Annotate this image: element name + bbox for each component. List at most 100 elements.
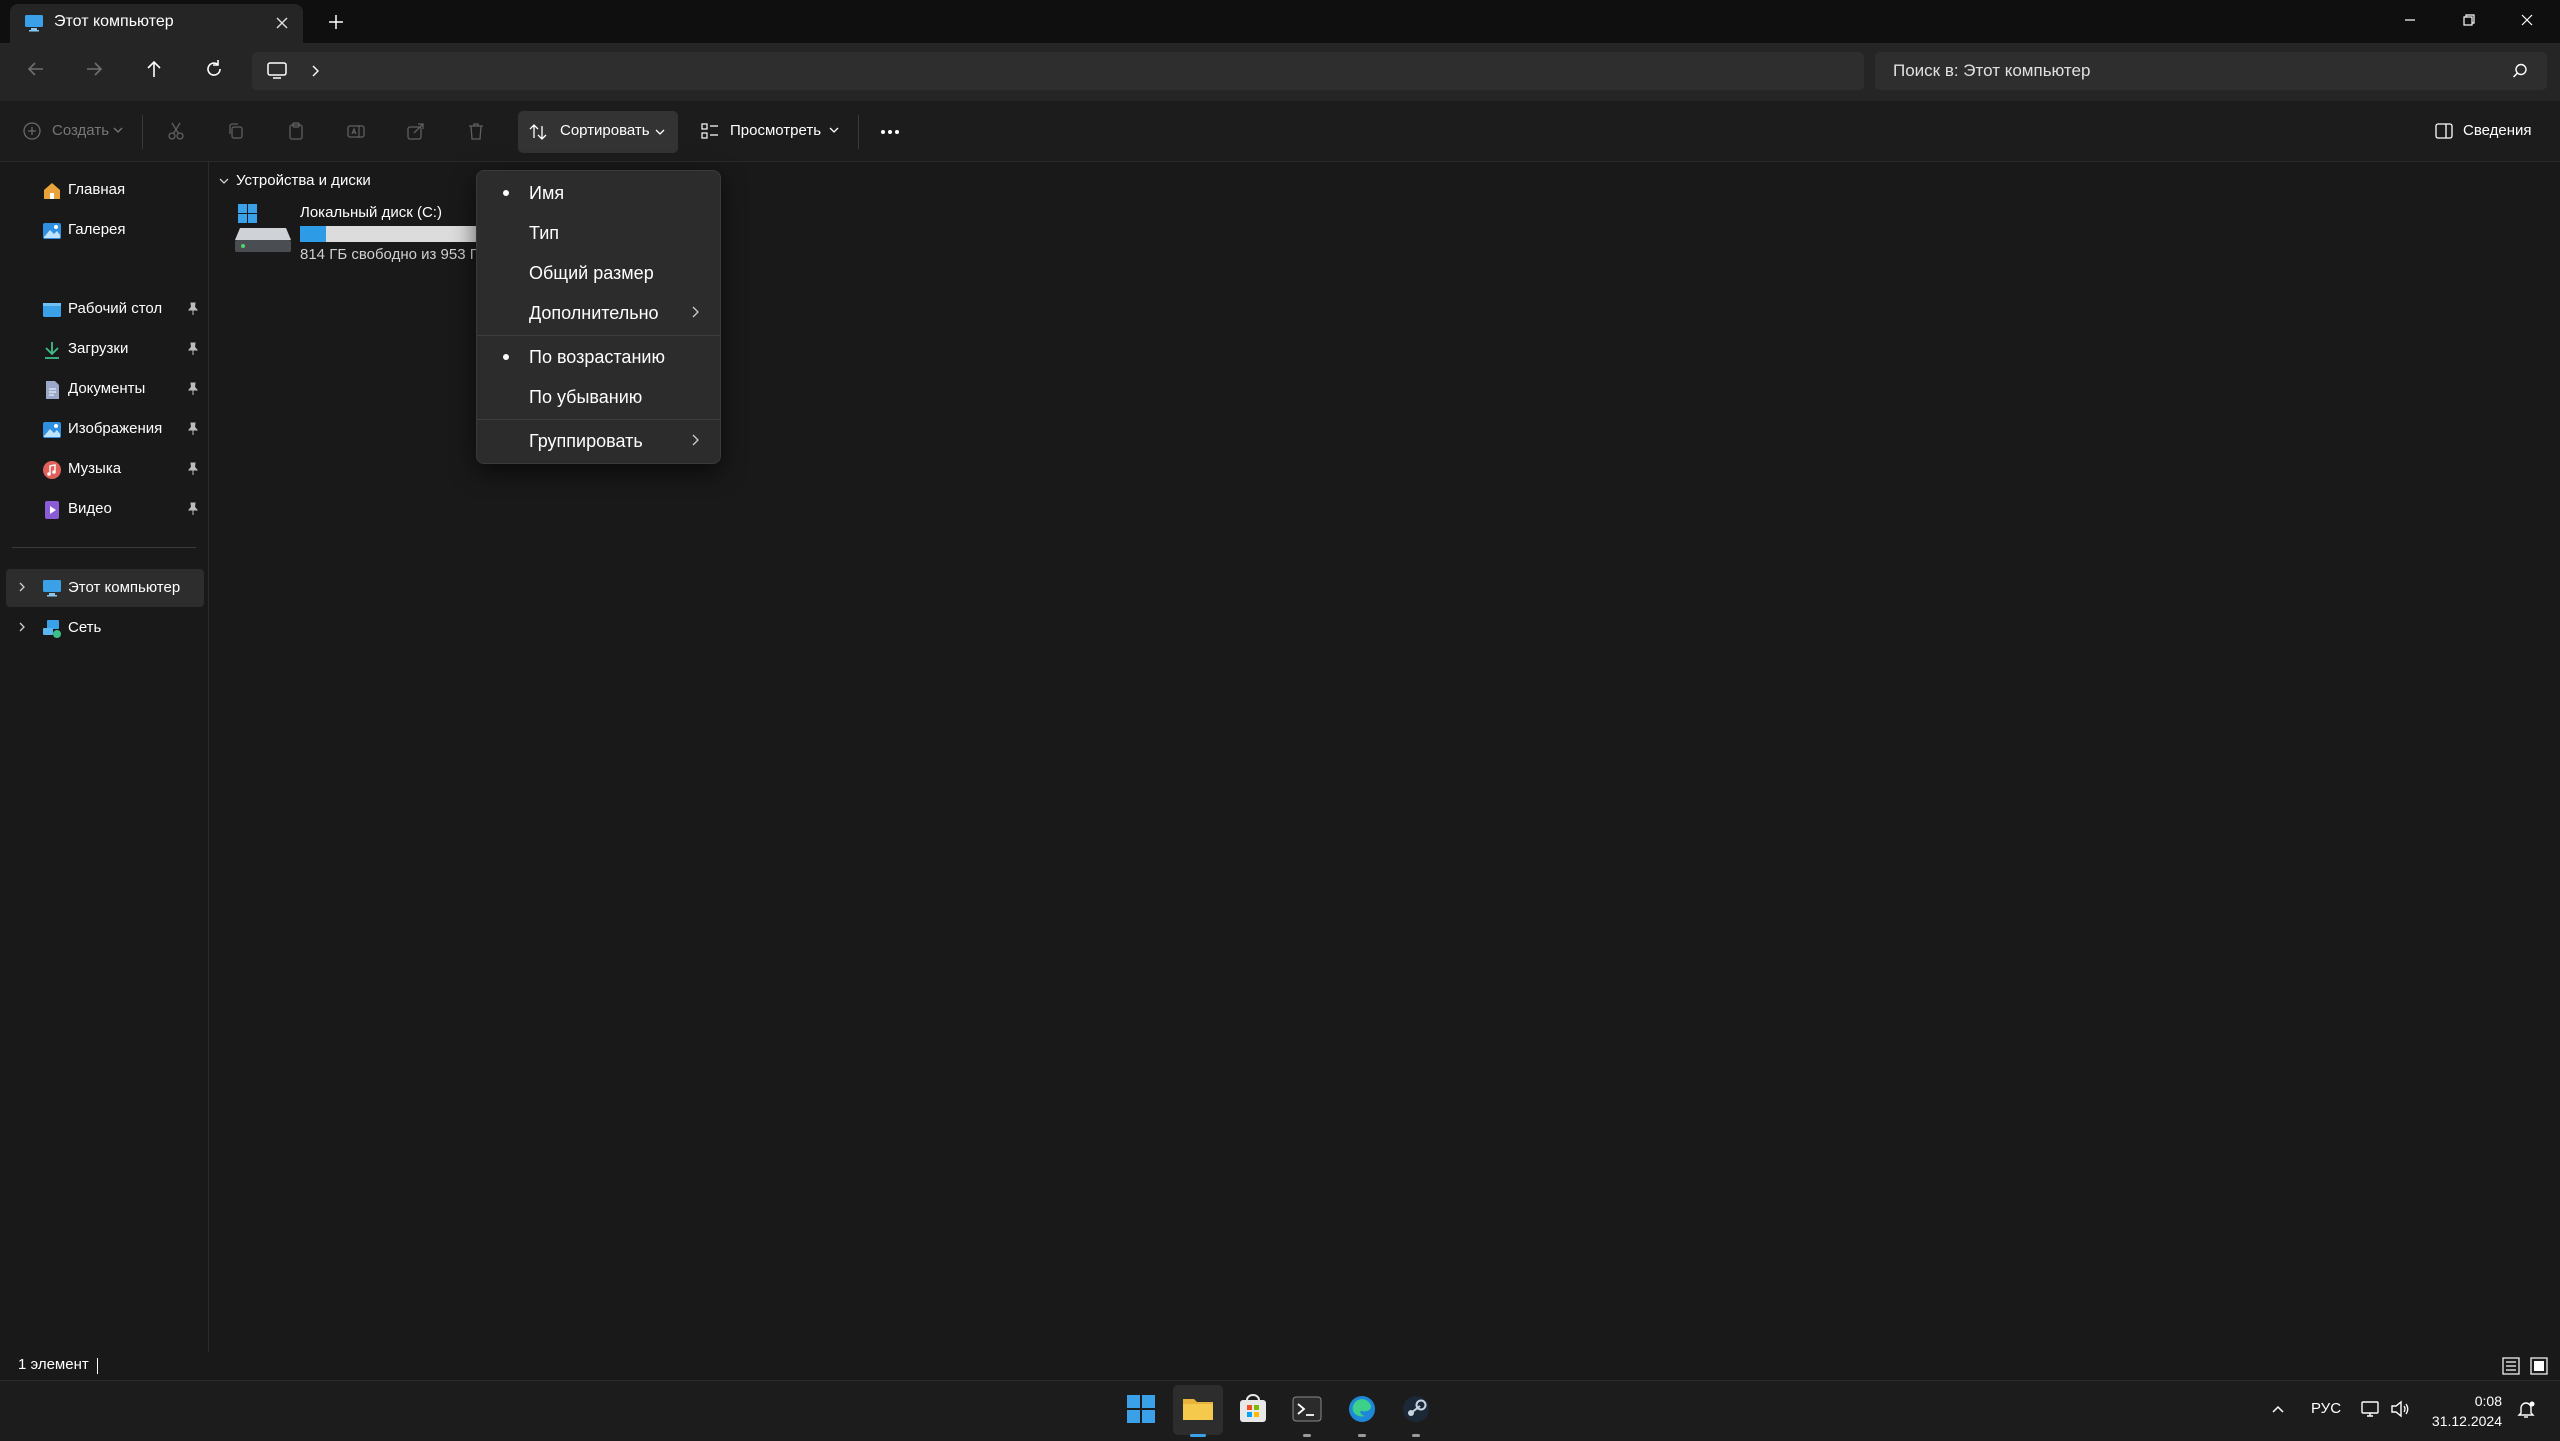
sidebar-item-desktop[interactable]: Рабочий стол bbox=[0, 290, 206, 328]
menu-item-sort-type[interactable]: Тип bbox=[481, 214, 716, 252]
sidebar-item-videos[interactable]: Видео bbox=[0, 490, 206, 528]
create-button[interactable]: Создать bbox=[52, 122, 109, 139]
computer-icon bbox=[42, 579, 62, 597]
menu-item-label: Тип bbox=[529, 223, 560, 243]
rename-icon[interactable] bbox=[346, 121, 366, 141]
breadcrumb-chevron-icon[interactable] bbox=[308, 64, 322, 78]
hard-drive-icon bbox=[234, 202, 294, 254]
forward-arrow-icon[interactable] bbox=[82, 57, 106, 81]
sidebar-item-this-pc[interactable]: Этот компьютер bbox=[6, 569, 204, 607]
pin-icon[interactable] bbox=[187, 382, 199, 396]
minimize-icon[interactable] bbox=[2400, 10, 2420, 30]
view-button[interactable]: Просмотреть bbox=[730, 122, 821, 139]
sidebar-item-label: Изображения bbox=[68, 420, 163, 437]
up-arrow-icon[interactable] bbox=[142, 57, 166, 81]
edge-icon[interactable] bbox=[1347, 1394, 1377, 1437]
pin-icon[interactable] bbox=[187, 422, 199, 436]
address-bar[interactable] bbox=[252, 52, 1864, 90]
title-bar: Этот компьютер bbox=[0, 0, 2560, 43]
toolbar-divider bbox=[858, 115, 859, 149]
delete-icon[interactable] bbox=[466, 121, 486, 141]
sidebar-item-label: Главная bbox=[68, 181, 126, 198]
pin-icon[interactable] bbox=[187, 462, 199, 476]
new-plus-icon[interactable] bbox=[22, 121, 42, 141]
taskbar: РУС 0:08 31.12.2024 bbox=[0, 1380, 2560, 1441]
clock-time: 0:08 bbox=[2474, 1393, 2502, 1409]
status-separator bbox=[97, 1358, 98, 1374]
sidebar-item-label: Рабочий стол bbox=[68, 300, 163, 317]
close-tab-icon[interactable] bbox=[272, 13, 292, 33]
chevron-right-icon[interactable] bbox=[16, 621, 28, 633]
menu-item-group-by[interactable]: Группировать bbox=[481, 422, 716, 460]
tab-this-pc[interactable]: Этот компьютер bbox=[10, 4, 303, 43]
chevron-up-icon[interactable] bbox=[2270, 1401, 2286, 1417]
details-view-icon[interactable] bbox=[2502, 1357, 2520, 1375]
network-icon bbox=[42, 619, 62, 639]
selected-dot-icon bbox=[503, 354, 509, 360]
refresh-icon[interactable] bbox=[202, 57, 226, 81]
network-status-icon[interactable] bbox=[2360, 1399, 2380, 1419]
share-icon[interactable] bbox=[406, 121, 426, 141]
sidebar-item-home[interactable]: Главная bbox=[0, 171, 206, 209]
back-arrow-icon[interactable] bbox=[24, 57, 48, 81]
start-icon[interactable] bbox=[1126, 1394, 1156, 1424]
sort-dropdown-menu: Имя Тип Общий размер Дополнительно По во… bbox=[476, 170, 721, 464]
group-label: Устройства и диски bbox=[236, 172, 371, 189]
item-count: 1 элемент bbox=[18, 1356, 89, 1373]
cut-icon[interactable] bbox=[166, 121, 186, 141]
home-icon bbox=[42, 181, 62, 201]
more-options-icon[interactable] bbox=[879, 121, 901, 141]
plus-icon[interactable] bbox=[326, 12, 346, 32]
sidebar-item-pictures[interactable]: Изображения bbox=[0, 410, 206, 448]
menu-item-more[interactable]: Дополнительно bbox=[481, 294, 716, 332]
navigation-bar: Поиск в: Этот компьютер bbox=[0, 43, 2560, 101]
drive-item-c[interactable]: Локальный диск (C:) 814 ГБ свободно из 9… bbox=[230, 198, 500, 268]
language-indicator[interactable]: РУС bbox=[2311, 1400, 2341, 1417]
details-button[interactable]: Сведения bbox=[2463, 122, 2532, 139]
tiles-view-icon[interactable] bbox=[2530, 1357, 2548, 1375]
sidebar-item-downloads[interactable]: Загрузки bbox=[0, 330, 206, 368]
search-box[interactable]: Поиск в: Этот компьютер bbox=[1875, 52, 2547, 90]
file-explorer-icon[interactable] bbox=[1182, 1394, 1214, 1437]
navigation-pane: Главная Галерея Рабочий стол Загрузки До… bbox=[0, 162, 209, 1352]
copy-icon[interactable] bbox=[226, 121, 246, 141]
sidebar-item-music[interactable]: Музыка bbox=[0, 450, 206, 488]
sidebar-item-gallery[interactable]: Галерея bbox=[0, 211, 206, 249]
sort-arrows-icon bbox=[528, 122, 548, 142]
chevron-down-icon[interactable] bbox=[218, 175, 230, 187]
pin-icon[interactable] bbox=[187, 502, 199, 516]
terminal-icon[interactable] bbox=[1292, 1394, 1322, 1437]
sort-button[interactable]: Сортировать bbox=[518, 111, 678, 153]
sort-label: Сортировать bbox=[560, 122, 650, 139]
search-icon[interactable] bbox=[2511, 62, 2529, 80]
menu-item-sort-name[interactable]: Имя bbox=[481, 174, 716, 212]
sidebar-item-label: Загрузки bbox=[68, 340, 129, 357]
pin-icon[interactable] bbox=[187, 302, 199, 316]
menu-item-ascending[interactable]: По возрастанию bbox=[481, 338, 716, 376]
menu-item-label: Дополнительно bbox=[529, 303, 659, 323]
close-icon[interactable] bbox=[2517, 10, 2537, 30]
restore-icon[interactable] bbox=[2459, 10, 2479, 30]
pin-icon[interactable] bbox=[187, 342, 199, 356]
steam-icon[interactable] bbox=[1401, 1394, 1431, 1437]
view-layout-icon bbox=[700, 121, 720, 141]
notifications-icon[interactable] bbox=[2516, 1399, 2536, 1419]
sidebar-item-label: Видео bbox=[68, 500, 112, 517]
volume-icon[interactable] bbox=[2390, 1399, 2410, 1419]
system-clock[interactable]: 0:08 31.12.2024 bbox=[2430, 1391, 2502, 1431]
chevron-down-icon bbox=[112, 124, 124, 136]
chevron-right-icon[interactable] bbox=[16, 581, 28, 593]
sidebar-item-documents[interactable]: Документы bbox=[0, 370, 206, 408]
sidebar-divider bbox=[12, 547, 196, 548]
menu-item-sort-total-size[interactable]: Общий размер bbox=[481, 254, 716, 292]
gallery-icon bbox=[42, 221, 62, 241]
desktop-folder-icon bbox=[42, 300, 62, 320]
store-icon[interactable] bbox=[1238, 1394, 1268, 1424]
sidebar-item-network[interactable]: Сеть bbox=[0, 609, 206, 647]
menu-item-descending[interactable]: По убыванию bbox=[481, 378, 716, 416]
paste-icon[interactable] bbox=[286, 121, 306, 141]
documents-icon bbox=[42, 380, 62, 400]
sidebar-item-label: Этот компьютер bbox=[68, 579, 181, 596]
toolbar-divider bbox=[142, 115, 143, 149]
drive-free-space: 814 ГБ свободно из 953 Г bbox=[300, 246, 478, 263]
